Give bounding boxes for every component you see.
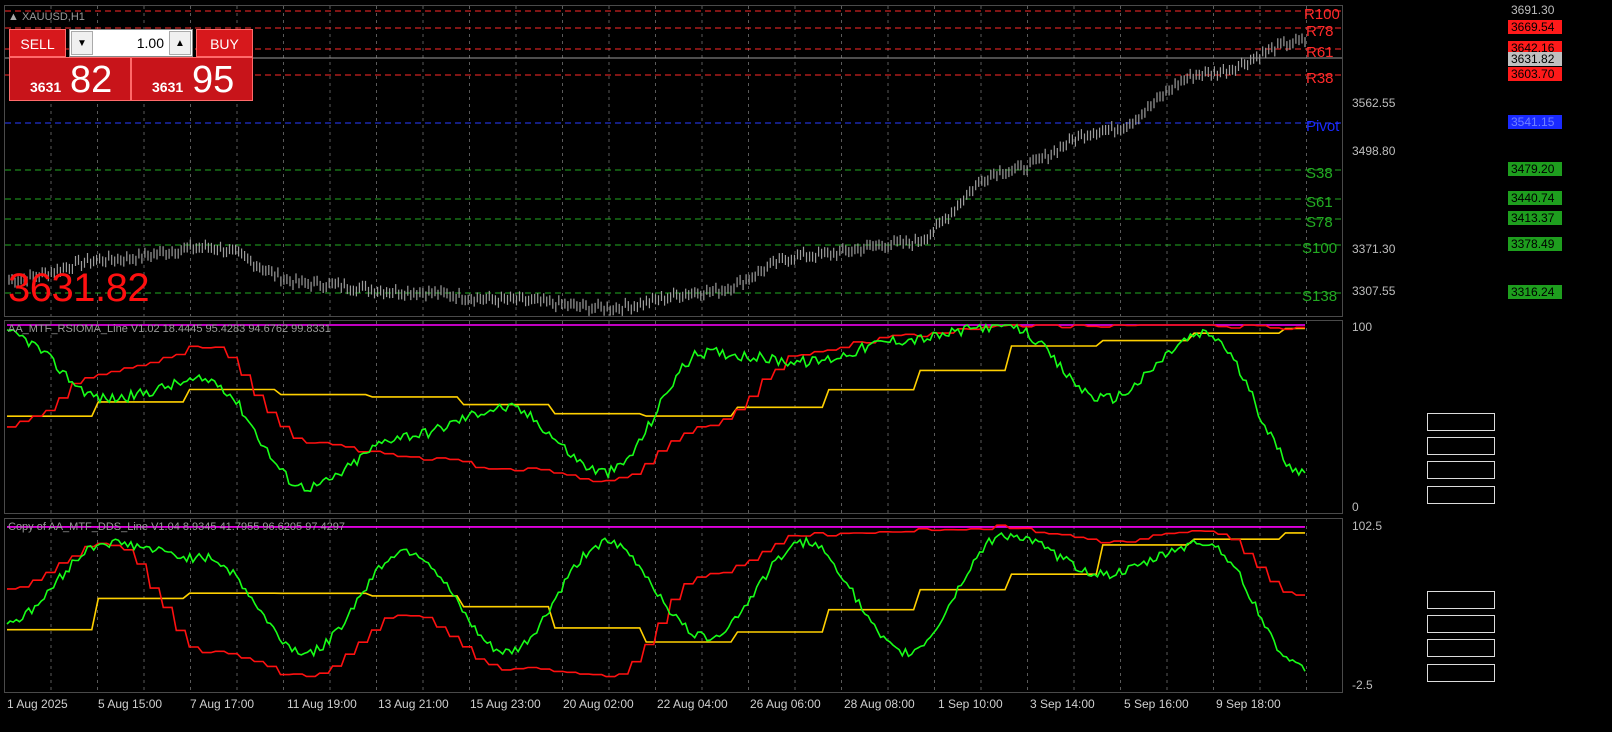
current-price-large: 3631.82	[8, 266, 150, 310]
lot-size-input[interactable]: ▼ 1.00 ▲	[69, 29, 193, 57]
time-axis-label: 20 Aug 02:00	[563, 697, 634, 711]
time-axis-label: 1 Sep 10:00	[938, 697, 1003, 711]
time-axis-label: 5 Sep 16:00	[1124, 697, 1189, 711]
rsioma-axis: 100 0	[1344, 320, 1408, 514]
dds-legend-d1[interactable]: D1	[1427, 615, 1495, 633]
buy-price-small: 3631	[152, 79, 184, 95]
indicator-line-h4	[7, 324, 1305, 483]
dds-legend-w1[interactable]: W1	[1427, 591, 1495, 609]
time-axis-label: 9 Sep 18:00	[1216, 697, 1281, 711]
level-price-r38: 3603.70	[1508, 67, 1562, 81]
rsioma-axis-bottom: 0	[1352, 500, 1359, 514]
level-price-s100: 3378.49	[1508, 237, 1562, 251]
time-axis-label: 26 Aug 06:00	[750, 697, 821, 711]
dds-indicator-pane[interactable]: Copy of AA_MTF_DDS_Line V1.04 8.9345 41.…	[4, 518, 1343, 693]
level-name-r100: R100	[1304, 6, 1340, 23]
level-price-s38: 3479.20	[1508, 162, 1562, 176]
time-axis-label: 1 Aug 2025	[7, 697, 68, 711]
rsioma-indicator-pane[interactable]: AA_MTF_RSIOMA_Line V1.02 18.4445 95.4283…	[4, 320, 1343, 514]
level-name-pivot: Pivot	[1306, 118, 1340, 135]
level-name-s38: S38	[1306, 165, 1333, 182]
time-axis-label: 11 Aug 19:00	[287, 697, 357, 711]
time-axis-label: 15 Aug 23:00	[470, 697, 541, 711]
level-name-r78: R78	[1306, 23, 1334, 40]
level-name-r61: R61	[1306, 44, 1334, 61]
dds-axis-bottom: -2.5	[1352, 678, 1373, 692]
rsioma-label: AA_MTF_RSIOMA_Line V1.02 18.4445 95.4283…	[8, 323, 331, 335]
rsioma-axis-top: 100	[1352, 320, 1373, 334]
lot-increase-icon[interactable]: ▲	[169, 31, 191, 55]
buy-button[interactable]: BUY	[196, 29, 253, 57]
lot-size-value[interactable]: 1.00	[94, 30, 168, 56]
level-price-s138: 3316.24	[1508, 285, 1562, 299]
level-name-s61: S61	[1306, 194, 1333, 211]
sell-price-button[interactable]: 3631 82	[9, 57, 131, 101]
time-axis-label: 28 Aug 08:00	[844, 697, 915, 711]
time-axis-label: 5 Aug 15:00	[98, 697, 163, 711]
time-axis-label: 22 Aug 04:00	[657, 697, 728, 711]
collapse-triangle-icon[interactable]: ▲	[8, 11, 19, 23]
rsioma-legend-h1[interactable]: H1	[1427, 486, 1495, 504]
sell-button[interactable]: SELL	[9, 29, 66, 57]
price-axis-tick: 3371.30	[1352, 242, 1396, 256]
time-axis-label: 7 Aug 17:00	[190, 697, 255, 711]
rsioma-canvas	[6, 321, 1307, 513]
time-axis-label: 3 Sep 14:00	[1030, 697, 1095, 711]
dds-label: Copy of AA_MTF_DDS_Line V1.04 8.9345 41.…	[8, 521, 345, 533]
price-axis: 3562.55 3498.80 3371.30 3307.55	[1344, 5, 1408, 317]
level-price-r78: 3669.54	[1508, 20, 1562, 34]
price-axis-tick: 3498.80	[1352, 144, 1396, 158]
sell-price-small: 3631	[30, 79, 62, 95]
rsioma-legend-d1[interactable]: D1	[1427, 437, 1495, 455]
current-price-box: 3631.82	[1508, 52, 1562, 66]
level-name-s138: S138	[1302, 288, 1338, 305]
level-name-s78: S78	[1306, 214, 1333, 231]
dds-axis: 102.5 -2.5	[1344, 518, 1408, 693]
one-click-trading-panel: SELL ▼ 1.00 ▲ BUY 3631 82 3631 95	[9, 29, 253, 101]
dds-axis-top: 102.5	[1352, 519, 1383, 533]
level-price-r100: 3691.30	[1508, 3, 1562, 17]
buy-price-button[interactable]: 3631 95	[131, 57, 253, 101]
rsioma-legend-h4[interactable]: H4	[1427, 461, 1495, 479]
level-name-s100: S100	[1302, 240, 1338, 257]
dds-legend-h1[interactable]: H1	[1427, 664, 1495, 682]
dds-legend-h4[interactable]: H4	[1427, 639, 1495, 657]
lot-decrease-icon[interactable]: ▼	[71, 31, 93, 55]
price-axis-tick: 3562.55	[1352, 96, 1396, 110]
level-price-s78: 3413.37	[1508, 211, 1562, 225]
price-axis-tick: 3307.55	[1352, 284, 1396, 298]
buy-price-big: 95	[192, 59, 235, 101]
rsioma-legend-w1[interactable]: W1	[1427, 413, 1495, 431]
time-axis-label: 13 Aug 21:00	[378, 697, 449, 711]
chart-title: ▲ XAUUSD,H1	[8, 11, 85, 23]
sell-price-big: 82	[70, 59, 113, 101]
level-name-r38: R38	[1306, 70, 1334, 87]
level-price-s61: 3440.74	[1508, 191, 1562, 205]
level-price-pivot: 3541.15	[1508, 115, 1562, 129]
dds-canvas	[6, 519, 1307, 692]
